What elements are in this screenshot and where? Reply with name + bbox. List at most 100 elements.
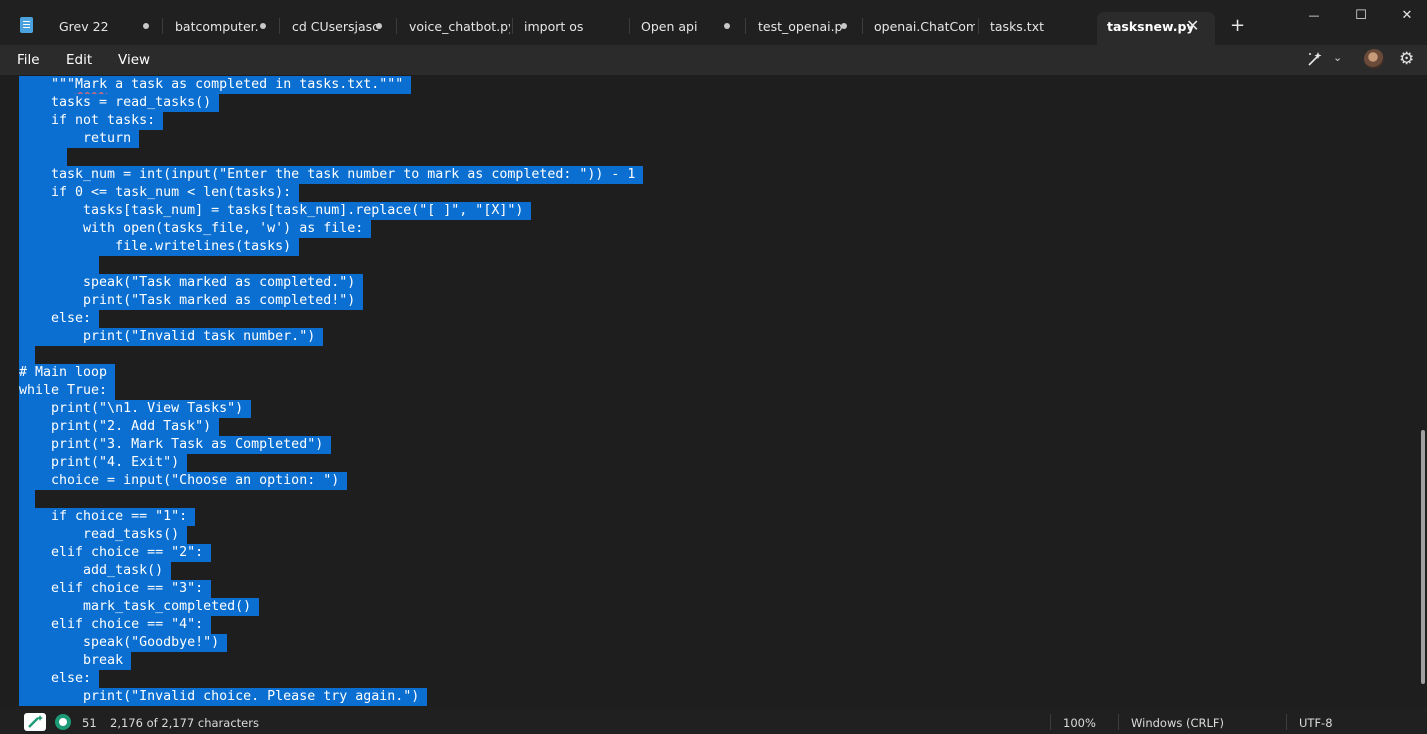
menu-file[interactable]: File <box>17 52 40 68</box>
tab-openai-chatcomple[interactable]: openai.ChatComple <box>862 12 975 40</box>
tab-label: Grev 22 <box>59 19 109 34</box>
code-line[interactable]: else: <box>19 670 100 688</box>
unsaved-dot-icon <box>260 23 266 29</box>
menu-view[interactable]: View <box>118 52 150 68</box>
tab-label: test_openai.p <box>758 19 843 34</box>
code-line[interactable]: print("4. Exit") <box>19 454 188 472</box>
menu-edit[interactable]: Edit <box>66 52 92 68</box>
code-line[interactable]: elif choice == "3": <box>19 580 212 598</box>
code-line-text: break <box>19 652 132 670</box>
code-line-text: elif choice == "3": <box>19 580 212 598</box>
code-line-text: return <box>19 130 140 148</box>
tab-batcomputer[interactable]: batcomputer. <box>163 12 276 40</box>
code-line[interactable]: print("2. Add Task") <box>19 418 220 436</box>
code-line[interactable] <box>19 148 68 166</box>
code-line[interactable]: tasks = read_tasks() <box>19 94 220 112</box>
code-line-text: with open(tasks_file, 'w') as file: <box>19 220 372 238</box>
code-line[interactable]: return <box>19 130 140 148</box>
tab-label: cd CUsersjasc <box>292 19 380 34</box>
new-tab-button[interactable]: + <box>1230 17 1245 35</box>
code-line[interactable]: mark_task_completed() <box>19 598 260 616</box>
line-ending[interactable]: Windows (CRLF) <box>1131 716 1224 730</box>
tab-label: tasksnew.py <box>1107 19 1195 34</box>
grammar-checker-icon[interactable] <box>55 714 71 730</box>
tab-open-api[interactable]: Open api <box>629 12 742 40</box>
code-line-text: tasks[task_num] = tasks[task_num].replac… <box>19 202 532 220</box>
minimize-button[interactable]: — <box>1291 6 1337 26</box>
code-line[interactable]: print("Invalid task number.") <box>19 328 324 346</box>
code-line[interactable]: task_num = int(input("Enter the task num… <box>19 166 644 184</box>
code-line-text: else: <box>19 670 100 688</box>
code-line[interactable]: with open(tasks_file, 'w') as file: <box>19 220 372 238</box>
avatar[interactable] <box>1364 49 1384 69</box>
code-line-text: print("4. Exit") <box>19 454 188 472</box>
code-line[interactable]: # Main loop <box>19 364 116 382</box>
code-line-text: if 0 <= task_num < len(tasks): <box>19 184 300 202</box>
tab-label: voice_chatbot.py <box>409 19 510 34</box>
close-window-button[interactable]: ✕ <box>1384 6 1427 26</box>
tab-label: Open api <box>641 19 698 34</box>
code-line-text: print("2. Add Task") <box>19 418 220 436</box>
code-line[interactable]: print("Task marked as completed!") <box>19 292 364 310</box>
code-line[interactable] <box>19 490 36 508</box>
code-line[interactable]: choice = input("Choose an option: ") <box>19 472 348 490</box>
code-line[interactable]: speak("Task marked as completed.") <box>19 274 364 292</box>
unsaved-dot-icon <box>841 23 847 29</box>
code-line-text: print("Invalid choice. Please try again.… <box>19 688 428 706</box>
code-line[interactable]: while True: <box>19 382 116 400</box>
close-tab-icon[interactable]: ✕ <box>1186 18 1199 34</box>
zoom-level[interactable]: 100% <box>1063 716 1096 730</box>
spelling-error-word[interactable]: Mark <box>75 77 107 92</box>
code-line[interactable]: speak("Goodbye!") <box>19 634 228 652</box>
code-line[interactable]: if choice == "1": <box>19 508 196 526</box>
code-line-text: else: <box>19 310 100 328</box>
encoding[interactable]: UTF-8 <box>1299 716 1333 730</box>
code-line[interactable]: """Mark a task as completed in tasks.txt… <box>19 76 412 94</box>
chevron-down-icon[interactable]: ⌄ <box>1333 51 1342 64</box>
unsaved-dot-icon <box>143 23 149 29</box>
copilot-icon[interactable] <box>1306 50 1324 68</box>
code-line[interactable]: elif choice == "4": <box>19 616 212 634</box>
code-line[interactable]: if 0 <= task_num < len(tasks): <box>19 184 300 202</box>
code-line[interactable]: file.writelines(tasks) <box>19 238 300 256</box>
tab-label: import os <box>524 19 584 34</box>
tab-cd-cusersjasc[interactable]: cd CUsersjasc <box>280 12 393 40</box>
pencil-sparkle-icon[interactable] <box>24 713 46 731</box>
code-line-text <box>19 148 68 166</box>
tab-voice-chatbot[interactable]: voice_chatbot.py <box>397 12 510 40</box>
code-line-text: file.writelines(tasks) <box>19 238 300 256</box>
tab-tasksnew-py[interactable]: tasksnew.py ✕ <box>1097 12 1215 45</box>
gear-icon[interactable]: ⚙ <box>1399 49 1414 69</box>
code-line-text: task_num = int(input("Enter the task num… <box>19 166 644 184</box>
code-line-text: print("3. Mark Task as Completed") <box>19 436 332 454</box>
code-line-text: print("Task marked as completed!") <box>19 292 364 310</box>
tab-grev-22[interactable]: Grev 22 <box>47 12 160 40</box>
code-line-text: if not tasks: <box>19 112 164 130</box>
code-line-text <box>19 346 36 364</box>
tab-test-openai[interactable]: test_openai.p <box>746 12 859 40</box>
code-line[interactable] <box>19 256 100 274</box>
status-separator <box>1050 714 1051 730</box>
scrollbar-thumb[interactable] <box>1421 430 1425 684</box>
code-line[interactable] <box>19 346 36 364</box>
code-line[interactable]: print("Invalid choice. Please try again.… <box>19 688 428 706</box>
code-line[interactable]: add_task() <box>19 562 172 580</box>
code-line[interactable]: tasks[task_num] = tasks[task_num].replac… <box>19 202 532 220</box>
tab-bar: Grev 22 batcomputer. cd CUsersjasc voice… <box>0 0 1427 45</box>
code-line[interactable]: print("3. Mark Task as Completed") <box>19 436 332 454</box>
tab-import-os[interactable]: import os <box>512 12 628 40</box>
code-line-text: speak("Task marked as completed.") <box>19 274 364 292</box>
code-line[interactable]: break <box>19 652 132 670</box>
code-line[interactable]: read_tasks() <box>19 526 188 544</box>
character-count: 2,176 of 2,177 characters <box>110 716 259 730</box>
code-line-text: print("Invalid task number.") <box>19 328 324 346</box>
code-line-text: # Main loop <box>19 364 116 382</box>
code-line[interactable]: else: <box>19 310 100 328</box>
maximize-button[interactable]: ☐ <box>1338 6 1384 26</box>
tab-tasks-txt[interactable]: tasks.txt <box>978 12 1091 40</box>
code-line[interactable]: print("\n1. View Tasks") <box>19 400 252 418</box>
code-line-text: elif choice == "2": <box>19 544 212 562</box>
code-line[interactable]: if not tasks: <box>19 112 164 130</box>
text-editor[interactable]: """Mark a task as completed in tasks.txt… <box>0 75 1427 707</box>
code-line[interactable]: elif choice == "2": <box>19 544 212 562</box>
